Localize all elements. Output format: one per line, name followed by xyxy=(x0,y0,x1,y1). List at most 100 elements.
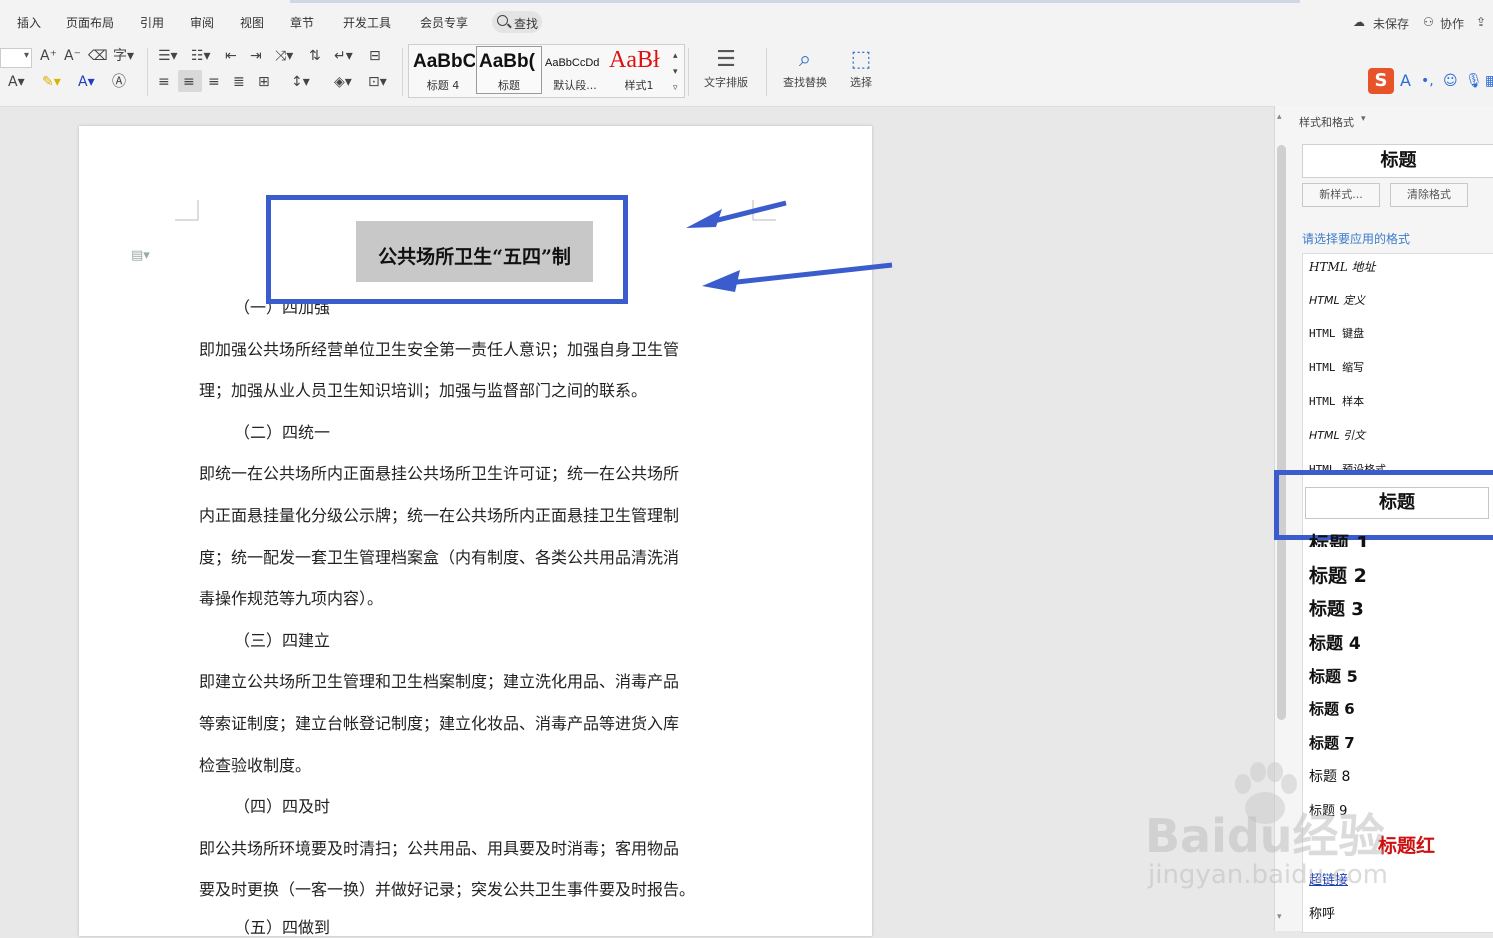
keyboard-icon[interactable]: ▦ xyxy=(1485,73,1493,89)
menu-section[interactable]: 章节 xyxy=(290,14,314,31)
text-direction-icon[interactable]: ⤨▾ xyxy=(275,48,293,64)
paragraph-layout-icon[interactable]: ▤▾ xyxy=(131,248,150,263)
title-strip xyxy=(290,0,1300,3)
align-right-icon[interactable]: ≡ xyxy=(208,74,220,90)
unsaved-status[interactable]: 未保存 xyxy=(1373,15,1409,32)
style-1[interactable]: AaBł 样式1 xyxy=(606,46,672,94)
doc-paragraph[interactable]: 检查验收制度。 xyxy=(199,752,311,776)
numbered-list-icon[interactable]: ☷▾ xyxy=(191,48,211,64)
select-button[interactable]: ⬚ 选择 xyxy=(840,46,882,90)
doc-heading[interactable]: （三）四建立 xyxy=(234,627,330,651)
sogou-logo-icon[interactable]: S xyxy=(1368,68,1394,94)
bullet-list-icon[interactable]: ☰▾ xyxy=(158,48,178,64)
style-preview: AaBbC xyxy=(413,51,475,72)
phonetic-icon[interactable]: 字▾ xyxy=(113,48,134,64)
style-item[interactable]: 称呼 xyxy=(1309,903,1335,922)
line-break-icon[interactable]: ↵▾ xyxy=(334,48,353,64)
indent-icon[interactable]: ⇥ xyxy=(250,48,262,64)
style-item[interactable]: HTML 键盘 xyxy=(1309,325,1364,341)
style-default[interactable]: AaBbCcDd 默认段... xyxy=(542,46,608,94)
menu-bar: 插入 页面布局 引用 审阅 视图 章节 开发工具 会员专享 查找 ☁ 未保存 ⚇… xyxy=(0,0,1493,44)
menu-view[interactable]: 视图 xyxy=(240,14,264,31)
doc-paragraph[interactable]: 即统一在公共场所内正面悬挂公共场所卫生许可证；统一在公共场所 xyxy=(199,460,679,484)
scroll-down-icon[interactable]: ▾ xyxy=(1277,912,1282,922)
doc-heading[interactable]: （四）四及时 xyxy=(234,793,330,817)
doc-heading[interactable]: （五）四做到 xyxy=(234,914,330,938)
separator xyxy=(766,48,767,96)
menu-references[interactable]: 引用 xyxy=(140,14,164,31)
style-item[interactable]: 标题 1 xyxy=(1309,528,1370,547)
style-item[interactable]: 标题 2 xyxy=(1309,561,1367,588)
ime-mode-icon[interactable]: A xyxy=(1400,73,1411,89)
current-style-box[interactable]: 标题 xyxy=(1302,144,1493,178)
style-item[interactable]: 标题 4 xyxy=(1309,629,1361,654)
style-item[interactable]: 标题 5 xyxy=(1309,663,1358,687)
menu-insert[interactable]: 插入 xyxy=(17,14,41,31)
highlight-icon[interactable]: ✎▾ xyxy=(42,74,61,90)
menu-review[interactable]: 审阅 xyxy=(190,14,214,31)
doc-heading[interactable]: （二）四统一 xyxy=(234,419,330,443)
distribute-icon[interactable]: ⊞ xyxy=(258,74,270,90)
style-item[interactable]: 标题 8 xyxy=(1309,766,1350,786)
outdent-icon[interactable]: ⇤ xyxy=(225,48,237,64)
style-item[interactable]: HTML 定义 xyxy=(1309,292,1365,308)
new-style-button[interactable]: 新样式... xyxy=(1302,183,1380,207)
eraser-icon[interactable]: ⌫ xyxy=(88,48,108,64)
chevron-down-icon[interactable]: ▾ xyxy=(1361,114,1366,124)
doc-paragraph[interactable]: 等索证制度；建立台帐登记制度；建立化妆品、消毒产品等进货入库 xyxy=(199,710,679,734)
clear-format-button[interactable]: 清除格式 xyxy=(1390,183,1468,207)
scroll-up-icon[interactable]: ▴ xyxy=(1277,112,1282,122)
grow-font-icon[interactable]: A⁺ xyxy=(40,48,57,64)
doc-paragraph[interactable]: 毒操作规范等九项内容）。 xyxy=(199,585,383,609)
style-item[interactable]: 标题 3 xyxy=(1309,595,1364,621)
borders-icon[interactable]: ⊡▾ xyxy=(368,74,387,90)
style-heading-4[interactable]: AaBbC 标题 4 xyxy=(410,46,476,94)
doc-paragraph[interactable]: 即公共场所环境要及时清扫；公共用品、用具要及时消毒；客用物品 xyxy=(199,835,679,859)
font-size-select[interactable]: ▾ xyxy=(0,48,32,68)
doc-paragraph[interactable]: 理；加强从业人员卫生知识培训；加强与监督部门之间的联系。 xyxy=(199,377,647,401)
share-icon[interactable]: ⇪ xyxy=(1476,15,1486,29)
style-item[interactable]: HTML 样本 xyxy=(1309,393,1364,409)
doc-paragraph[interactable]: 内正面悬挂量化分级公示牌；统一在公共场所内正面悬挂卫生管理制 xyxy=(199,502,679,526)
shrink-font-icon[interactable]: A⁻ xyxy=(64,48,81,64)
text-effect-icon[interactable]: A▾ xyxy=(8,74,25,90)
shading-icon[interactable]: ◈▾ xyxy=(334,74,352,90)
line-spacing-icon[interactable]: ↕▾ xyxy=(291,74,310,90)
microphone-icon[interactable]: 🎙 xyxy=(1465,73,1483,89)
doc-paragraph[interactable]: 即建立公共场所卫生管理和卫生档案制度；建立洗化用品、消毒产品 xyxy=(199,668,679,692)
menu-member[interactable]: 会员专享 xyxy=(420,14,468,31)
align-center-button[interactable]: ≡ xyxy=(178,70,202,92)
style-item[interactable]: HTML 缩写 xyxy=(1309,359,1364,375)
pane-title[interactable]: 样式和格式 xyxy=(1299,114,1354,130)
style-label: 样式1 xyxy=(624,79,654,92)
menu-page-layout[interactable]: 页面布局 xyxy=(66,14,114,31)
style-item[interactable]: 标题 6 xyxy=(1309,698,1355,719)
justify-icon[interactable]: ≣ xyxy=(233,74,245,90)
style-item[interactable]: 标题红 xyxy=(1378,831,1435,858)
cloud-icon[interactable]: ☁ xyxy=(1353,15,1365,29)
gallery-scroll-icon[interactable]: ▴ ▾ ▿ xyxy=(673,48,678,96)
annotation-box xyxy=(1274,470,1493,540)
style-item[interactable]: HTML 引文 xyxy=(1309,427,1365,443)
text-layout-button[interactable]: ☰ 文字排版 xyxy=(696,46,756,90)
collaborate-button[interactable]: 协作 xyxy=(1440,15,1464,32)
annotation-arrows xyxy=(686,200,893,292)
tab-icon[interactable]: ⊟ xyxy=(369,48,381,64)
font-color-icon[interactable]: A▾ xyxy=(78,74,95,90)
style-title[interactable]: AaBb( 标题 xyxy=(476,46,542,94)
watermark-brand: Baidu经验 xyxy=(1145,809,1385,863)
style-item[interactable]: HTML 地址 xyxy=(1309,258,1376,275)
menu-developer[interactable]: 开发工具 xyxy=(343,14,391,31)
char-border-icon[interactable]: Ⓐ xyxy=(112,74,126,90)
style-item[interactable]: 标题 7 xyxy=(1309,732,1355,753)
scrollbar-thumb[interactable] xyxy=(1277,145,1286,720)
doc-paragraph[interactable]: 要及时更换（一客一换）并做好记录；突发公共卫生事件要及时报告。 xyxy=(199,876,695,900)
emoji-icon[interactable]: ☺ xyxy=(1443,73,1458,89)
find-replace-button[interactable]: ⌕ 查找替换 xyxy=(775,46,835,90)
doc-paragraph[interactable]: 度；统一配发一套卫生管理档案盒（内有制度、各类公共用品清洗消 xyxy=(199,544,679,568)
align-left-icon[interactable]: ≡ xyxy=(158,74,170,90)
doc-paragraph[interactable]: 即加强公共场所经营单位卫生安全第一责任人意识；加强自身卫生管 xyxy=(199,336,679,360)
search-button[interactable]: 查找 xyxy=(492,11,542,33)
ime-punct-icon[interactable]: •, xyxy=(1421,73,1434,89)
sort-icon[interactable]: ⇅ xyxy=(309,48,321,64)
